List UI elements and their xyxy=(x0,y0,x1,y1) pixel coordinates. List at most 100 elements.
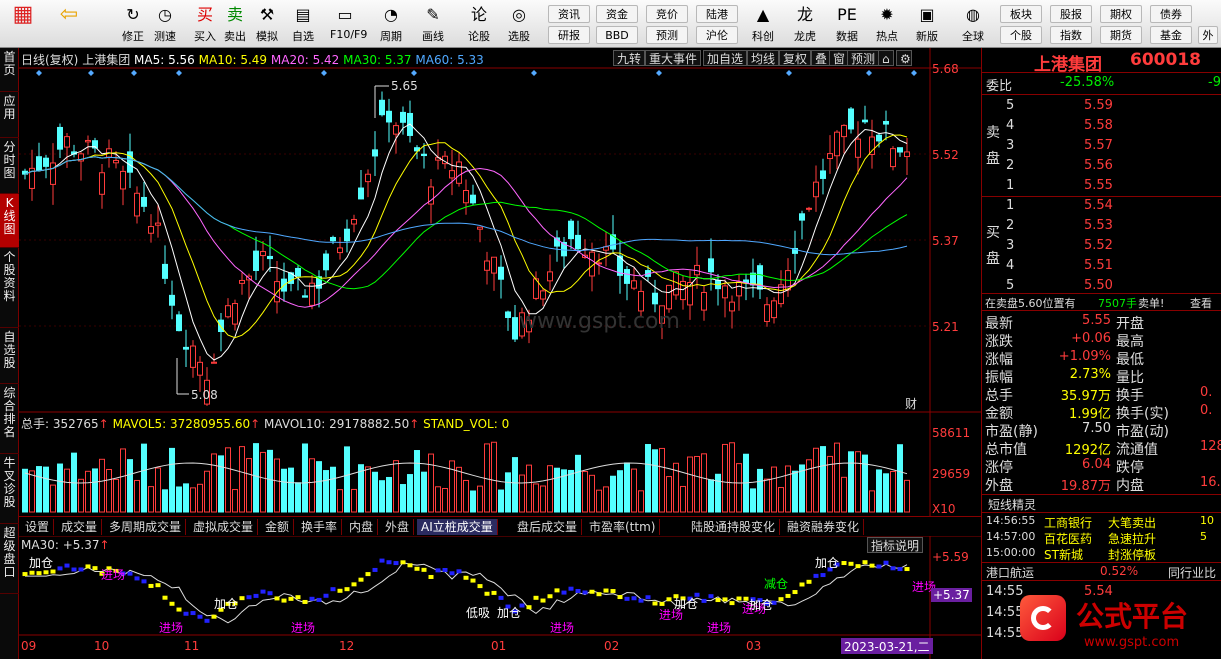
jiuzhuan-button[interactable]: 九转 xyxy=(613,50,646,66)
add-watchlist-button[interactable]: 加自选 xyxy=(703,50,748,66)
toolbar-small-button[interactable]: 陆港 xyxy=(696,5,738,23)
sprite-stock[interactable]: ST新城 xyxy=(1044,546,1083,563)
month-label: 03 xyxy=(746,639,762,653)
finance-marker[interactable]: 财 xyxy=(905,397,917,411)
tab-home[interactable]: 首页 xyxy=(0,48,19,92)
tab-ranking[interactable]: 综合排名 xyxy=(0,384,19,454)
f10-toolbar-button[interactable]: ▭ F10/F9 xyxy=(330,4,367,44)
volume-bar xyxy=(722,443,728,513)
forecast-button[interactable]: 预测 xyxy=(847,50,880,66)
view-button[interactable]: 查看 xyxy=(1190,295,1212,311)
indicator-tab[interactable]: 内盘 xyxy=(345,519,379,535)
hammer-toolbar-button[interactable]: ⚒ 模拟 xyxy=(252,4,282,44)
indicator-tab[interactable]: 外盘 xyxy=(381,519,415,535)
toolbar-small-button[interactable]: 预测 xyxy=(646,26,688,44)
overlay-button[interactable]: 叠 xyxy=(811,50,832,66)
sell-toolbar-button[interactable]: 卖卖出 xyxy=(220,4,250,44)
tab-apps[interactable]: 应用 xyxy=(0,92,19,138)
toolbar-small-button[interactable]: 资金 xyxy=(596,5,638,23)
lock-icon[interactable]: ⌂ xyxy=(878,50,894,66)
sprite-stock[interactable]: 百花医药 xyxy=(1044,530,1092,547)
indicator-tab[interactable]: 陆股通持股变化 xyxy=(687,519,781,535)
toolbar-small-button[interactable]: 期权 xyxy=(1100,5,1142,23)
tab-timeshare[interactable]: 分时图 xyxy=(0,138,19,194)
indicator-help-button[interactable]: 指标说明 xyxy=(867,537,924,553)
toolbar-small-button[interactable]: 外 xyxy=(1198,26,1218,44)
new-version-toolbar-button[interactable]: ▣ 新版 xyxy=(912,4,942,44)
indicator-tab[interactable]: 换手率 xyxy=(297,519,343,535)
indicator-tab[interactable]: 金额 xyxy=(261,519,295,535)
bid-price[interactable]: 5.52 xyxy=(1084,238,1113,253)
indicator-tab[interactable]: AI立桩成交量 xyxy=(417,519,498,535)
bid-price[interactable]: 5.54 xyxy=(1084,198,1113,213)
period-toolbar-button[interactable]: ◔ 周期 xyxy=(376,4,406,44)
pe-data-toolbar-button[interactable]: PE 数据 xyxy=(832,4,862,44)
toolbar-small-button[interactable]: 期货 xyxy=(1100,26,1142,44)
toolbar-small-button[interactable]: 沪伦 xyxy=(696,26,738,44)
tab-stock-info[interactable]: 个股资料 xyxy=(0,248,19,328)
ask-price[interactable]: 5.59 xyxy=(1084,98,1113,113)
same-industry-button[interactable]: 同行业比 xyxy=(1168,564,1216,581)
candle-body xyxy=(470,194,476,204)
indicator-tab[interactable]: 成交量 xyxy=(57,519,103,535)
ask-price[interactable]: 5.57 xyxy=(1084,138,1113,153)
sector-pct: 0.52% xyxy=(1100,564,1139,578)
buy-toolbar-button[interactable]: 买买入 xyxy=(190,4,220,44)
toolbar-small-button[interactable]: 个股 xyxy=(1000,26,1042,44)
discuss-toolbar-button[interactable]: 论论股 xyxy=(464,4,494,44)
dragon-tiger-toolbar-button[interactable]: 龙龙虎 xyxy=(790,4,820,44)
settings-icon[interactable]: ⚙ xyxy=(896,50,912,66)
back-arrow-toolbar-button[interactable]: ⇦ xyxy=(54,4,84,44)
toolbar-small-button[interactable]: 股报 xyxy=(1050,5,1092,23)
indicator-dot xyxy=(575,588,581,593)
hot-toolbar-button[interactable]: ✹ 热点 xyxy=(872,4,902,44)
indicator-dot xyxy=(526,605,532,610)
kline-svg[interactable]: 加仓进场进场加仓进场低吸 加仓进场进场加仓进场进场加仓减仓加仓进场 www.gsp… xyxy=(19,48,981,659)
ask-price[interactable]: 5.58 xyxy=(1084,118,1113,133)
tab-watchlist[interactable]: 自选股 xyxy=(0,328,19,384)
volume-bar xyxy=(78,478,84,513)
clock-toolbar-button[interactable]: ◷ 测速 xyxy=(150,4,180,44)
windows-toolbar-button[interactable]: ▦ xyxy=(8,4,38,44)
toolbar-small-button[interactable]: 资讯 xyxy=(548,5,590,23)
toolbar-small-button[interactable]: 竞价 xyxy=(646,5,688,23)
toolbar-small-button[interactable]: BBD xyxy=(596,26,638,44)
candle-body xyxy=(456,161,462,184)
stat-label: 外盘 xyxy=(985,478,1013,494)
toolbar-small-button[interactable]: 板块 xyxy=(1000,5,1042,23)
indicator-tab[interactable]: 虚拟成交量 xyxy=(189,519,259,535)
ma-button[interactable]: 均线 xyxy=(747,50,780,66)
tab-diagnosis[interactable]: 牛叉诊股 xyxy=(0,454,19,524)
toolbar-small-button[interactable]: 债券 xyxy=(1150,5,1192,23)
bid-price[interactable]: 5.50 xyxy=(1084,278,1113,293)
globe-toolbar-button[interactable]: ◍ 全球 xyxy=(958,4,988,44)
kline-chart-area[interactable]: 加仓 进场 进场 加仓 进场 低吸 加仓 进场 进场 加仓 进场 进场 加仓 减仓 加仓 进场 www.gsp… xyxy=(19,48,981,659)
window-button[interactable]: 窗 xyxy=(829,50,850,66)
adjust-button[interactable]: 复权 xyxy=(779,50,812,66)
indicator-tab[interactable]: 市盈率(ttm) xyxy=(585,519,661,535)
ask-price[interactable]: 5.56 xyxy=(1084,158,1113,173)
indicator-tab[interactable]: 盘后成交量 xyxy=(513,519,583,535)
pencil-toolbar-button[interactable]: ✎ 画线 xyxy=(418,4,448,44)
sprite-stock[interactable]: 工商银行 xyxy=(1044,514,1092,531)
ask-price[interactable]: 5.55 xyxy=(1084,178,1113,193)
watchlist-toolbar-button[interactable]: ▤ 自选 xyxy=(288,4,318,44)
toolbar-small-button[interactable]: 指数 xyxy=(1050,26,1092,44)
tab-kline[interactable]: K线图 xyxy=(0,194,19,248)
stat-value: 1292亿 xyxy=(1064,443,1111,458)
candle-body xyxy=(631,280,637,289)
bid-price[interactable]: 5.53 xyxy=(1084,218,1113,233)
kechuang-toolbar-button[interactable]: ▲ 科创 xyxy=(748,4,778,44)
toolbar-small-button[interactable]: 基金 xyxy=(1150,26,1192,44)
major-events-button[interactable]: 重大事件 xyxy=(645,50,702,66)
select-stock-toolbar-button[interactable]: ◎ 选股 xyxy=(504,4,534,44)
toolbar-small-button[interactable]: 研报 xyxy=(548,26,590,44)
indicator-tab[interactable]: 设置 xyxy=(21,519,55,535)
bid-price[interactable]: 5.51 xyxy=(1084,258,1113,273)
indicator-tab[interactable]: 融资融券变化 xyxy=(783,519,865,535)
toolbar-label: 热点 xyxy=(876,30,898,43)
indicator-tab[interactable]: 多周期成交量 xyxy=(105,519,187,535)
revise-toolbar-button[interactable]: ↻ 修正 xyxy=(118,4,148,44)
tab-super-order[interactable]: 超级盘口 xyxy=(0,524,19,594)
sector-name[interactable]: 港口航运 xyxy=(986,564,1034,581)
